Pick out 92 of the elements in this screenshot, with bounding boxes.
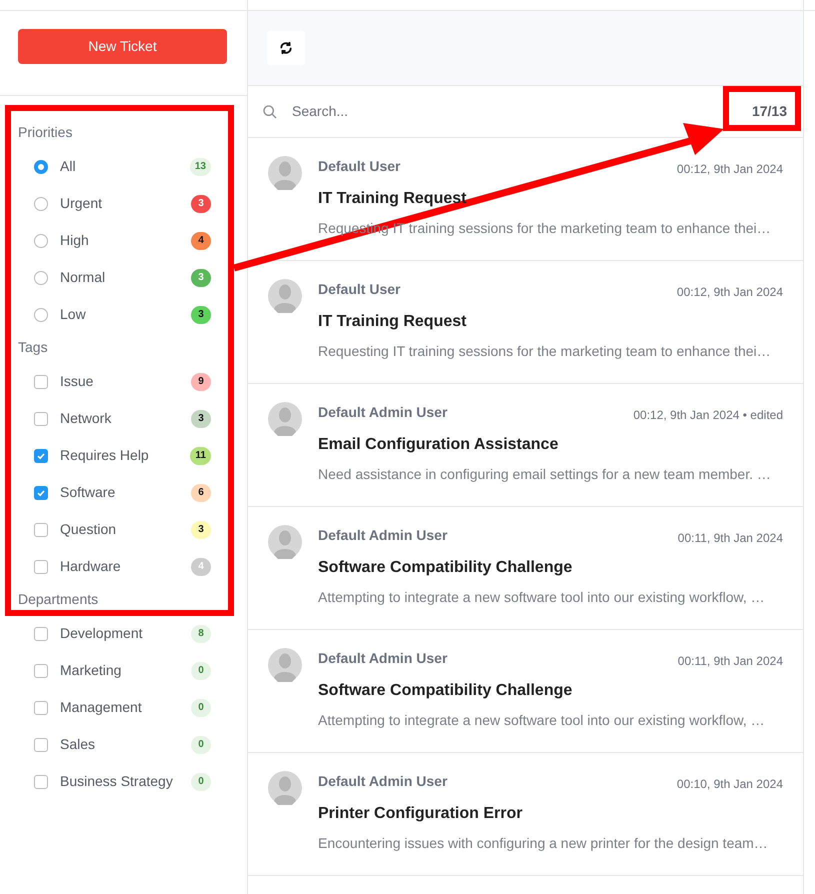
avatar-icon (268, 525, 302, 559)
ticket-title: Software Compatibility Challenge (318, 558, 574, 578)
filter-label[interactable]: Urgent (60, 193, 191, 214)
filter-label[interactable]: Requires Help (60, 445, 190, 466)
filter-label[interactable]: Development (60, 623, 191, 644)
ticket-time: 00:11, 9th Jan 2024 (678, 653, 783, 670)
checkbox[interactable] (34, 448, 48, 462)
radio-button[interactable] (34, 196, 48, 210)
ticket-item[interactable]: Default Admin User 00:10, 9th Jan 2024 Printer Configuration Error Encountering issues with configuring a new printer for the design team… (248, 753, 803, 876)
search-field[interactable]: Search... (292, 101, 752, 122)
checkbox[interactable] (34, 560, 48, 574)
filter-label[interactable]: Question (60, 519, 191, 540)
filter-label[interactable]: Sales (60, 734, 191, 755)
ticket-title: Printer Configuration Error (318, 804, 524, 824)
count-badge: 3 (191, 410, 211, 428)
ticket-preview: Encountering issues with configuring a new printer for the design team… (318, 834, 769, 853)
filter-label[interactable]: High (60, 230, 191, 251)
ticket-author: Default Admin User (318, 772, 448, 791)
refresh-icon (279, 41, 293, 55)
ticket-time: 00:12, 9th Jan 2024 (676, 284, 783, 301)
checkbox[interactable] (34, 486, 48, 500)
ticket-item[interactable]: Default User 00:12, 9th Jan 2024 IT Training Request Requesting IT training sessions for the marketing team to enhance thei… (248, 261, 803, 384)
avatar-icon (268, 771, 302, 805)
count-badge: 3 (191, 268, 211, 286)
section-title: Tags (18, 338, 49, 357)
count-badge: 0 (191, 736, 211, 754)
checkbox[interactable] (34, 774, 48, 788)
filter-label[interactable]: Business Strategy (60, 771, 191, 792)
ticket-item[interactable]: Default Admin User 00:12, 9th Jan 2024 • edited Email Configuration Assistance Need assistance in configuring email settings for a new team member. … (248, 384, 803, 507)
checkbox[interactable] (34, 412, 48, 426)
count-badge: 3 (191, 194, 211, 212)
ticket-item[interactable]: Default Admin User 00:11, 9th Jan 2024 Software Compatibility Challenge Attempting to integrate a new software tool into our existing workflow, … (248, 507, 803, 630)
checkbox[interactable] (34, 374, 48, 388)
check-icon (36, 450, 46, 460)
filter-label[interactable]: Normal (60, 267, 191, 288)
count-badge: 11 (190, 446, 211, 464)
count-badge: 3 (191, 520, 211, 538)
avatar-icon (268, 279, 302, 313)
filter-label[interactable]: Issue (60, 371, 191, 392)
ticket-preview: Requesting IT training sessions for the marketing team to enhance thei… (318, 342, 772, 361)
ticket-time: 00:10, 9th Jan 2024 (676, 776, 783, 793)
ticket-preview: Attempting to integrate a new software tool into our existing workflow, … (318, 711, 766, 730)
ticket-author: Default User (318, 280, 400, 299)
filter-label[interactable]: Management (60, 697, 191, 718)
checkbox[interactable] (34, 738, 48, 752)
filter-label[interactable]: Low (60, 304, 191, 325)
filter-label[interactable]: Network (60, 408, 191, 429)
count-badge: 0 (191, 772, 211, 790)
count-badge: 6 (191, 484, 211, 502)
avatar-icon (268, 402, 302, 436)
checkbox[interactable] (34, 626, 48, 640)
avatar-icon (268, 156, 302, 190)
count-badge: 13 (190, 158, 211, 176)
section-title: Departments (18, 590, 100, 609)
check-icon (36, 488, 46, 498)
radio-button[interactable] (34, 270, 48, 284)
checkbox[interactable] (34, 700, 48, 714)
count-badge: 9 (191, 372, 211, 390)
ticket-count: 17/13 (752, 102, 787, 121)
ticket-time: 00:12, 9th Jan 2024 (676, 161, 783, 178)
radio-button[interactable] (34, 234, 48, 248)
count-badge: 0 (191, 662, 211, 680)
ticket-time: 00:11, 9th Jan 2024 (678, 530, 783, 547)
ticket-time: 00:12, 9th Jan 2024 • edited (633, 407, 783, 424)
ticket-title: Software Compatibility Challenge (318, 681, 574, 701)
new-ticket-button[interactable]: New Ticket (18, 28, 227, 64)
search-icon (262, 104, 278, 120)
filter-label[interactable]: All (60, 156, 190, 177)
filter-label[interactable]: Hardware (60, 556, 191, 577)
count-badge: 3 (191, 306, 211, 324)
ticket-preview: Attempting to integrate a new software tool into our existing workflow, … (318, 588, 766, 607)
ticket-title: IT Training Request (318, 189, 468, 209)
ticket-author: Default Admin User (318, 649, 448, 668)
avatar-icon (268, 648, 302, 682)
refresh-button[interactable] (267, 31, 305, 65)
section-title: Priorities (18, 123, 74, 142)
ticket-preview: Need assistance in configuring email settings for a new team member. … (318, 465, 772, 484)
ticket-title: Email Configuration Assistance (318, 435, 560, 455)
ticket-item[interactable]: Default Admin User 00:11, 9th Jan 2024 Software Compatibility Challenge Attempting to integrate a new software tool into our existing workflow, … (248, 630, 803, 753)
count-badge: 4 (191, 232, 211, 250)
count-badge: 8 (191, 624, 211, 642)
count-badge: 0 (191, 698, 211, 716)
filter-label[interactable]: Software (60, 482, 191, 503)
ticket-author: Default User (318, 157, 400, 176)
radio-button[interactable] (34, 160, 48, 174)
ticket-author: Default Admin User (318, 403, 448, 422)
ticket-author: Default Admin User (318, 526, 448, 545)
checkbox[interactable] (34, 522, 48, 536)
checkbox[interactable] (34, 664, 48, 678)
filter-label[interactable]: Marketing (60, 660, 191, 681)
ticket-title: IT Training Request (318, 312, 468, 332)
radio-button[interactable] (34, 308, 48, 322)
